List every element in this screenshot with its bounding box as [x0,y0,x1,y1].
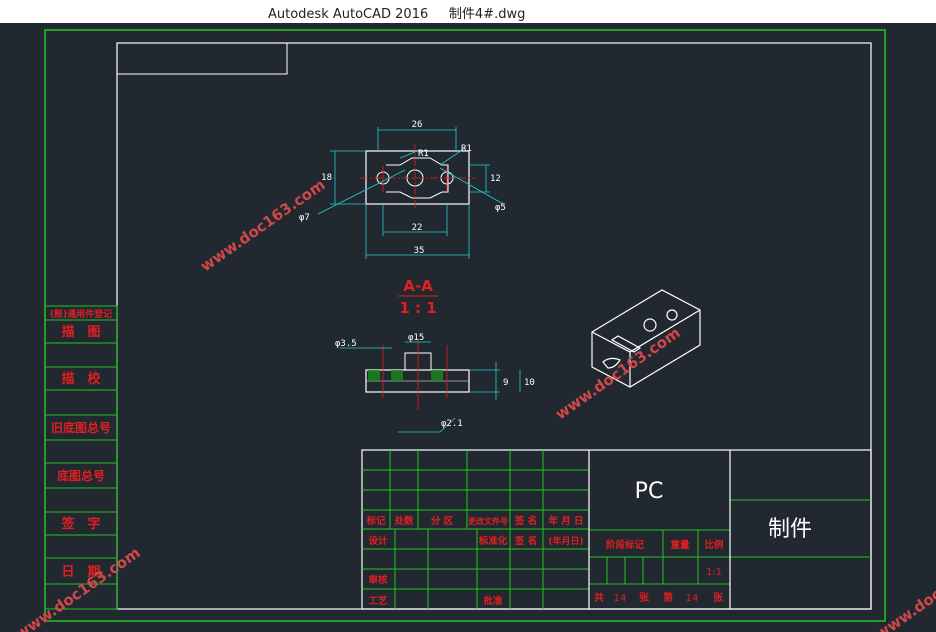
title-block: PC 制件 标记 处数 分 区 更改文件号 签 名 年 月 日 设计 标准化 签… [361,449,872,610]
top-view[interactable]: 26 22 35 18 12 R1 R1 φ7 φ5 [299,120,506,259]
dim-label: φ5 [495,203,506,213]
row-label: 标准化 [478,535,508,547]
sheet-number: 14 [686,593,699,604]
watermark: www.doc163.com [12,544,144,632]
col-header: 年 月 日 [548,515,583,527]
dim-label: φ3.5 [335,339,357,349]
sheet-count: 14 [614,593,627,604]
col-header: 处数 [393,515,414,527]
strip-label: (账)通用件登记 [50,308,112,320]
section-label: A-A 1 : 1 [398,277,438,317]
strip-label: 底图总号 [57,468,105,483]
dim-label: 22 [412,223,423,233]
section-view[interactable]: φ3.5 φ15 φ2.1 9 10 [335,333,535,433]
dim-label: 18 [321,173,332,183]
drawing-canvas[interactable]: (账)通用件登记 描 图 描 校 旧底图总号 底图总号 签 字 日 期 26 2… [0,23,936,632]
material-label: PC [635,479,664,504]
hatch [368,370,380,381]
watermark: www.doc163.com [872,544,936,632]
dim-label: 9 [503,378,508,388]
stage-header: 阶段标记 [606,539,645,551]
dim-label: 35 [414,246,425,256]
hatch [431,370,443,381]
dim-label: 10 [524,378,535,388]
window-title: Autodesk AutoCAD 2016 制件4#.dwg [268,7,526,22]
dim-label: 12 [490,174,501,184]
scale-value: 1:1 [706,567,722,578]
row-label: 设计 [368,535,388,547]
sheet-label: 第 [663,591,673,604]
stage-header: 重量 [670,539,690,551]
watermark: www.doc163.com [552,324,684,424]
title-bar: Autodesk AutoCAD 2016 制件4#.dwg [0,0,936,23]
col-header: 签 名 [514,515,537,527]
top-view-dimensions [317,127,506,259]
code-box [116,42,288,75]
col-header: 分 区 [431,515,454,527]
hatch [391,370,403,381]
section-scale: 1 : 1 [399,299,436,317]
dim-label: φ7 [299,213,310,223]
sheet-label: 张 [713,591,724,604]
row-label: 工艺 [368,595,388,607]
dim-label: R1 [418,149,429,159]
row-label: 签 名 [514,535,537,547]
strip-label: 描 校 [61,371,101,387]
sheet-label: 张 [639,591,650,604]
dim-label: φ15 [408,333,424,343]
dim-label: φ2.1 [441,419,463,429]
section-name: A-A [403,277,433,295]
strip-label: 描 图 [61,324,100,340]
outer-frame [44,29,886,622]
strip-label: 签 字 [60,516,100,532]
watermark: www.doc163.com [197,176,329,276]
stage-header: 比例 [704,539,723,551]
row-label: 审核 [368,574,388,586]
col-header: 更改文件号 [468,516,508,526]
row-label: (年月日) [548,535,583,547]
part-name: 制件 [768,517,812,542]
col-header: 标记 [365,515,386,527]
strip-label: 旧底图总号 [51,420,111,435]
row-label: 批准 [483,595,503,607]
dim-label: 26 [412,120,423,130]
section-dimensions [340,341,521,433]
cad-drawing[interactable]: (账)通用件登记 描 图 描 校 旧底图总号 底图总号 签 字 日 期 26 2… [0,23,936,632]
dim-label: R1 [461,144,472,154]
sheet-label: 共 [594,591,604,604]
